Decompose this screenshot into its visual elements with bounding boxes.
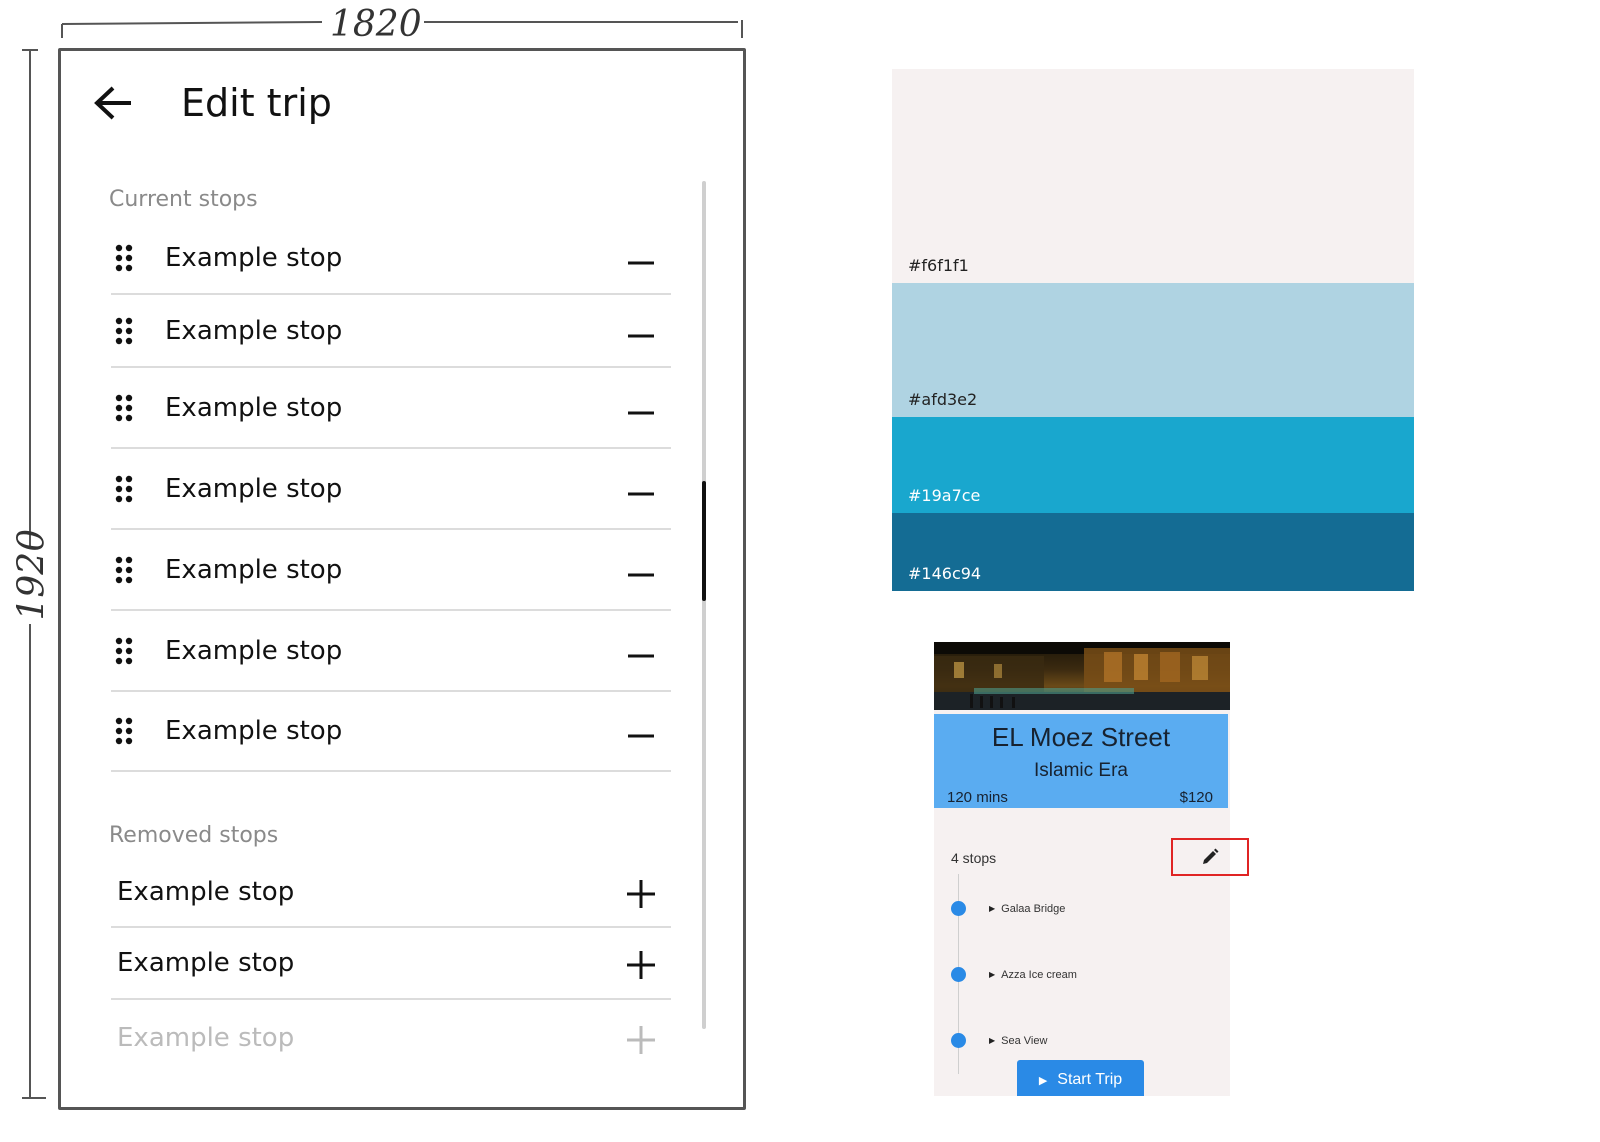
current-stop-row[interactable]: Example stop [111,530,671,611]
trip-title: EL Moez Street [991,722,1171,752]
start-trip-button[interactable]: ▶ Start Trip [1017,1060,1144,1096]
swatch-f6f1f1: #f6f1f1 [892,69,1414,283]
current-stop-row[interactable]: Example stop [111,449,671,530]
minus-icon [628,261,654,265]
stop-name: Example stop [165,473,343,504]
minus-icon [628,654,654,657]
plus-icon [627,879,655,908]
trip-duration: 120 mins [947,789,1008,806]
stop-dot [951,901,966,916]
minus-icon [628,334,654,337]
trip-info-box[interactable]: EL Moez Street Islamic Era 120 mins $120 [934,714,1228,808]
removed-stop-row[interactable]: Example stop [111,928,671,1000]
swatch-label: #afd3e2 [908,390,978,409]
drag-handle-icon[interactable] [113,316,135,346]
remove-stop-button[interactable] [619,709,663,753]
edit-trip-button[interactable] [1171,838,1249,876]
edit-trip-wireframe: Edit trip Current stops Example stop Exa… [58,48,746,1110]
removed-stops-list: Example stop Example stop Example stop [111,857,671,1076]
page-title: Edit trip [181,81,332,125]
height-dimension-label: 1920 [11,528,53,621]
remove-stop-button[interactable] [619,629,663,673]
stop-name: Example stop [165,635,343,666]
current-stops-label: Current stops [109,187,258,212]
current-stops-list: Example stop Example stop Example stop E… [111,223,671,772]
add-stop-button[interactable] [619,941,663,985]
stop-name: Example stop [165,392,343,423]
swatch-afd3e2: #afd3e2 [892,283,1414,417]
swatch-label: #146c94 [908,564,982,583]
remove-stop-button[interactable] [619,548,663,592]
stop-name: Example stop [117,1023,295,1053]
timeline-stop[interactable]: ▶ Galaa Bridge [951,901,1065,916]
remove-stop-button[interactable] [619,236,663,280]
color-palette: #f6f1f1 #afd3e2 #19a7ce #146c94 [892,69,1414,591]
current-stop-row[interactable]: Example stop [111,223,671,295]
scrollbar-thumb[interactable] [702,481,706,601]
drag-handle-icon[interactable] [113,716,135,746]
caret-right-icon: ▶ [989,904,996,913]
plus-icon [627,1026,655,1054]
remove-stop-button[interactable] [619,386,663,430]
stop-dot [951,967,966,982]
stop-name: Example stop [165,554,343,585]
drag-handle-icon[interactable] [113,393,135,423]
caret-right-icon: ▶ [989,970,996,979]
pencil-icon [1203,848,1219,864]
swatch-label: #19a7ce [908,486,981,505]
stop-name: Azza Ice cream [1001,968,1077,981]
removed-stops-label: Removed stops [109,823,279,848]
start-trip-label: Start Trip [1057,1071,1123,1088]
swatch-19a7ce: #19a7ce [892,417,1414,513]
timeline-stop[interactable]: ▶ Azza Ice cream [951,967,1077,982]
scrollbar-track[interactable] [702,181,706,1029]
current-stop-row[interactable]: Example stop [111,611,671,692]
stop-name: Example stop [117,876,295,907]
add-stop-button[interactable] [619,1016,663,1060]
swatch-label: #f6f1f1 [908,256,969,275]
drag-handle-icon[interactable] [113,474,135,504]
stop-name: Galaa Bridge [1001,902,1066,915]
drag-handle-icon[interactable] [113,636,135,666]
minus-icon [628,573,654,576]
arrow-left-icon [94,86,131,120]
hero-image [934,642,1230,710]
stop-dot [951,1033,966,1048]
plus-icon [627,951,655,979]
current-stop-row[interactable]: Example stop [111,692,671,772]
back-button[interactable] [89,79,137,127]
current-stop-row[interactable]: Example stop [111,368,671,449]
trip-era: Islamic Era [1034,760,1128,781]
add-stop-button[interactable] [619,870,663,914]
caret-right-icon: ▶ [989,1036,996,1045]
remove-stop-button[interactable] [619,309,663,353]
app-bar: Edit trip [61,51,743,155]
timeline-stop[interactable]: ▶ Sea View [951,1033,1047,1048]
removed-stop-row[interactable]: Example stop [111,857,671,928]
trip-price: $120 [1179,789,1213,806]
drag-handle-icon[interactable] [113,555,135,585]
swatch-146c94: #146c94 [892,513,1414,591]
current-stop-row[interactable]: Example stop [111,295,671,368]
drag-handle-icon[interactable] [113,243,135,273]
width-dimension-label: 1820 [330,4,422,45]
stop-name: Example stop [165,315,343,346]
minus-icon [628,411,654,414]
remove-stop-button[interactable] [619,467,663,511]
stop-name: Example stop [165,716,343,746]
stops-count: 4 stops [951,850,997,866]
minus-icon [628,492,654,495]
stop-name: Example stop [117,948,295,978]
play-icon: ▶ [1038,1074,1048,1087]
removed-stop-row[interactable]: Example stop [111,1000,671,1076]
stop-name: Sea View [1001,1034,1048,1047]
stop-name: Example stop [165,243,343,273]
minus-icon [628,734,654,738]
